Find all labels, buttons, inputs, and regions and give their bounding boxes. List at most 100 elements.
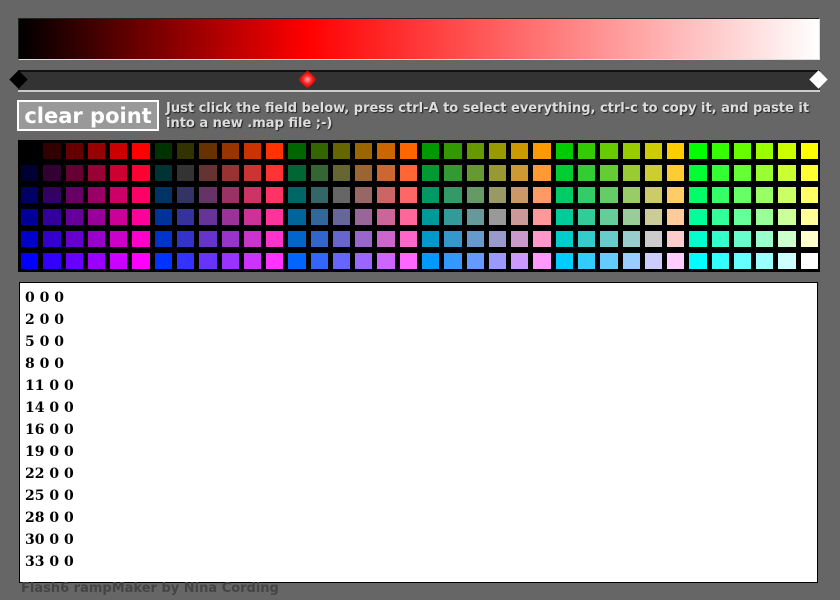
palette-swatch[interactable]: [288, 209, 305, 225]
palette-swatch[interactable]: [199, 209, 216, 225]
palette-swatch[interactable]: [21, 209, 38, 225]
palette-swatch[interactable]: [222, 165, 239, 181]
palette-swatch[interactable]: [43, 253, 60, 269]
palette-swatch[interactable]: [778, 231, 795, 247]
palette-swatch[interactable]: [400, 209, 417, 225]
palette-swatch[interactable]: [511, 187, 528, 203]
palette-swatch[interactable]: [712, 253, 729, 269]
palette-swatch[interactable]: [266, 253, 283, 269]
palette-swatch[interactable]: [155, 209, 172, 225]
palette-swatch[interactable]: [110, 165, 127, 181]
palette-swatch[interactable]: [444, 165, 461, 181]
palette-swatch[interactable]: [355, 187, 372, 203]
palette-swatch[interactable]: [578, 187, 595, 203]
palette-swatch[interactable]: [400, 187, 417, 203]
palette-swatch[interactable]: [444, 253, 461, 269]
palette-swatch[interactable]: [132, 187, 149, 203]
palette-swatch[interactable]: [645, 143, 662, 159]
palette-swatch[interactable]: [556, 209, 573, 225]
palette-swatch[interactable]: [444, 187, 461, 203]
palette-swatch[interactable]: [132, 209, 149, 225]
palette-swatch[interactable]: [667, 253, 684, 269]
palette-swatch[interactable]: [377, 187, 394, 203]
palette-swatch[interactable]: [244, 253, 261, 269]
palette-swatch[interactable]: [400, 143, 417, 159]
palette-swatch[interactable]: [377, 143, 394, 159]
palette-swatch[interactable]: [88, 231, 105, 247]
palette-swatch[interactable]: [556, 187, 573, 203]
palette-swatch[interactable]: [533, 187, 550, 203]
palette-swatch[interactable]: [377, 209, 394, 225]
palette-swatch[interactable]: [511, 209, 528, 225]
palette-swatch[interactable]: [623, 231, 640, 247]
palette-swatch[interactable]: [467, 209, 484, 225]
palette-swatch[interactable]: [467, 231, 484, 247]
palette-swatch[interactable]: [578, 209, 595, 225]
palette-swatch[interactable]: [355, 253, 372, 269]
palette-swatch[interactable]: [623, 143, 640, 159]
palette-swatch[interactable]: [155, 165, 172, 181]
palette-swatch[interactable]: [88, 165, 105, 181]
palette-swatch[interactable]: [801, 165, 818, 181]
palette-swatch[interactable]: [778, 209, 795, 225]
palette-swatch[interactable]: [355, 165, 372, 181]
palette-swatch[interactable]: [756, 187, 773, 203]
palette-swatch[interactable]: [66, 231, 83, 247]
palette-swatch[interactable]: [177, 165, 194, 181]
palette-swatch[interactable]: [177, 187, 194, 203]
palette-swatch[interactable]: [43, 231, 60, 247]
palette-swatch[interactable]: [355, 231, 372, 247]
palette-swatch[interactable]: [422, 231, 439, 247]
palette-swatch[interactable]: [600, 209, 617, 225]
ramp-slider-track[interactable]: [18, 70, 820, 92]
palette-swatch[interactable]: [489, 253, 506, 269]
palette-swatch[interactable]: [288, 143, 305, 159]
palette-swatch[interactable]: [556, 253, 573, 269]
palette-swatch[interactable]: [266, 143, 283, 159]
palette-swatch[interactable]: [333, 143, 350, 159]
palette-swatch[interactable]: [400, 165, 417, 181]
palette-swatch[interactable]: [66, 187, 83, 203]
palette-swatch[interactable]: [88, 209, 105, 225]
palette-swatch[interactable]: [467, 143, 484, 159]
palette-swatch[interactable]: [756, 253, 773, 269]
palette-swatch[interactable]: [645, 187, 662, 203]
palette-swatch[interactable]: [578, 231, 595, 247]
palette-swatch[interactable]: [689, 143, 706, 159]
palette-swatch[interactable]: [667, 143, 684, 159]
palette-swatch[interactable]: [177, 231, 194, 247]
palette-swatch[interactable]: [801, 187, 818, 203]
palette-swatch[interactable]: [467, 165, 484, 181]
palette-swatch[interactable]: [645, 165, 662, 181]
palette-swatch[interactable]: [377, 231, 394, 247]
palette-swatch[interactable]: [222, 143, 239, 159]
palette-swatch[interactable]: [400, 231, 417, 247]
palette-swatch[interactable]: [66, 209, 83, 225]
palette-swatch[interactable]: [43, 209, 60, 225]
palette-swatch[interactable]: [21, 253, 38, 269]
palette-swatch[interactable]: [21, 143, 38, 159]
palette-swatch[interactable]: [110, 209, 127, 225]
palette-swatch[interactable]: [712, 187, 729, 203]
palette-swatch[interactable]: [734, 143, 751, 159]
palette-swatch[interactable]: [177, 143, 194, 159]
palette-swatch[interactable]: [43, 187, 60, 203]
palette-swatch[interactable]: [489, 209, 506, 225]
palette-swatch[interactable]: [600, 253, 617, 269]
palette-swatch[interactable]: [756, 165, 773, 181]
palette-swatch[interactable]: [266, 209, 283, 225]
palette-swatch[interactable]: [288, 253, 305, 269]
palette-swatch[interactable]: [667, 209, 684, 225]
palette-swatch[interactable]: [689, 209, 706, 225]
palette-swatch[interactable]: [801, 253, 818, 269]
palette-swatch[interactable]: [533, 231, 550, 247]
palette-swatch[interactable]: [177, 209, 194, 225]
palette-swatch[interactable]: [801, 143, 818, 159]
palette-swatch[interactable]: [66, 253, 83, 269]
palette-swatch[interactable]: [801, 231, 818, 247]
palette-swatch[interactable]: [422, 209, 439, 225]
palette-swatch[interactable]: [155, 253, 172, 269]
palette-swatch[interactable]: [623, 187, 640, 203]
palette-swatch[interactable]: [132, 231, 149, 247]
palette-swatch[interactable]: [689, 165, 706, 181]
